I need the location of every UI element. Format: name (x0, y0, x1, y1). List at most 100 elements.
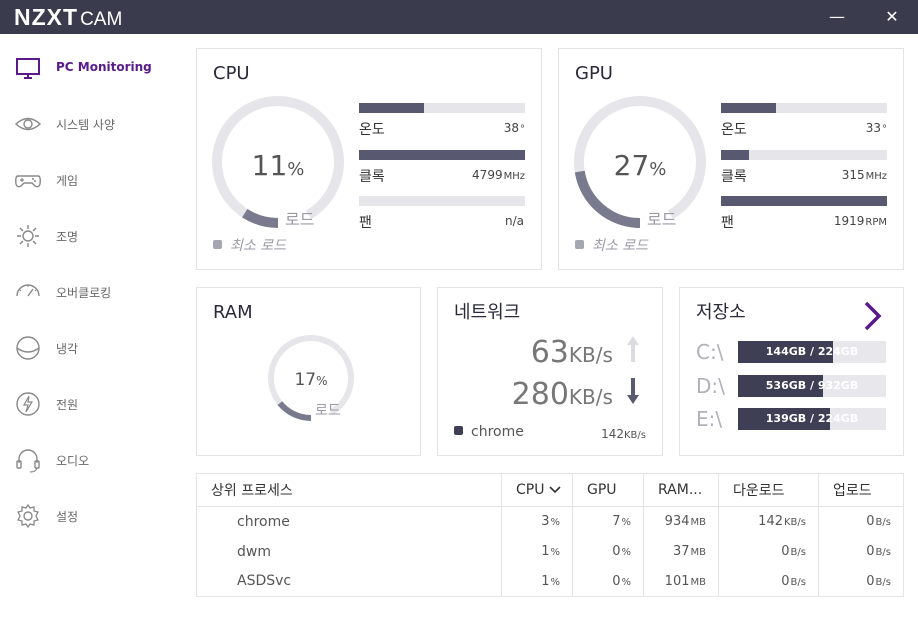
sidebar-item-pc-monitoring[interactable]: PC Monitoring (0, 48, 180, 88)
process-download-unit: KB/s (784, 517, 806, 529)
gpu-clock-number: 315 (841, 168, 865, 182)
ram-card[interactable]: RAM 17% 로드 (196, 287, 421, 456)
sidebar-item-games[interactable]: 게임 (0, 160, 180, 200)
process-upload: 0B/s (818, 536, 904, 567)
top-network-app: chrome (454, 424, 524, 440)
upload-rate-number: 63 (530, 335, 569, 370)
gpu-min-load-label: 최소 로드 (592, 238, 648, 254)
gpu-temp-stat: 온도 33° (721, 103, 887, 145)
process-cpu: 3% (501, 506, 573, 537)
gpu-card[interactable]: GPU 27% 로드 최소 로드 온도 33° 클록 315MHz 팬 1919… (558, 48, 904, 270)
table-row[interactable]: dwm 1% 0% 37MB 0B/s 0B/s (196, 536, 904, 567)
gpu-fan-bar (721, 196, 887, 206)
gpu-clock-value: 315MHz (842, 168, 887, 182)
cpu-clock-fill (359, 150, 525, 160)
cpu-load-unit: % (287, 159, 305, 180)
upload-rate: 63KB/s (531, 334, 640, 370)
cpu-temp-value: 38° (504, 121, 525, 135)
gpu-load-unit: % (649, 159, 667, 180)
process-cpu-unit: % (550, 547, 560, 558)
sidebar-item-overclocking[interactable]: 오버클로킹 (0, 272, 180, 312)
chevron-right-icon[interactable] (862, 300, 884, 332)
gpu-temp-number: 33 (865, 121, 881, 135)
gpu-title: GPU (575, 63, 613, 84)
process-download: 142KB/s (718, 506, 819, 537)
ram-load-label: 로드 (315, 403, 341, 419)
sidebar-item-settings[interactable]: 설정 (0, 496, 180, 536)
top-network-app-rate: 142KB/s (601, 427, 646, 441)
column-header-cpu[interactable]: CPU (501, 473, 573, 507)
table-row[interactable]: ASDSvc 1% 0% 101MB 0B/s 0B/s (196, 566, 904, 597)
sidebar-item-power[interactable]: 전원 (0, 384, 180, 424)
process-upload-unit: B/s (875, 547, 891, 558)
cpu-fan-stat: 팬 n/a (359, 196, 525, 238)
table-header-row: 상위 프로세스 CPU GPU RAM... 다운로드 업로드 (196, 473, 904, 507)
process-upload-number: 0 (866, 544, 875, 559)
top-processes-table: 상위 프로세스 CPU GPU RAM... 다운로드 업로드 chrome 3… (196, 473, 904, 597)
cpu-card[interactable]: CPU 11% 로드 최소 로드 온도 38° 클록 4799MHz 팬 n/a (196, 48, 542, 270)
drive-c: C:\ 144GB / 224GB (696, 340, 888, 366)
sun-icon (17, 225, 39, 247)
gpu-load-value: 27% (593, 149, 687, 182)
process-ram-number: 934 (664, 514, 690, 530)
column-header-upload[interactable]: 업로드 (818, 473, 904, 507)
sidebar-item-label: 오버클로킹 (56, 286, 112, 300)
sidebar-item-label: 설정 (56, 510, 79, 524)
gpu-temp-unit: ° (882, 124, 887, 135)
process-gpu: 7% (572, 506, 644, 537)
gpu-load-label: 로드 (647, 210, 677, 229)
process-name: chrome (196, 506, 502, 537)
process-cpu-number: 1 (541, 573, 550, 589)
chevron-down-icon (549, 486, 561, 494)
gpu-load-number: 27 (613, 149, 650, 182)
drive-usage-text: 144GB / 224GB (765, 345, 859, 358)
upload-rate-unit: KB/s (568, 343, 613, 367)
sidebar-item-system-specs[interactable]: 시스템 사양 (0, 104, 180, 144)
gpu-temp-fill (721, 103, 776, 113)
table-row[interactable]: chrome 3% 7% 934MB 142KB/s 0B/s (196, 506, 904, 537)
process-gpu-unit: % (621, 576, 631, 588)
brand-light: CAM (80, 9, 123, 30)
column-header-download[interactable]: 다운로드 (718, 473, 819, 507)
network-card[interactable]: 네트워크 63KB/s 280KB/s chrome 142KB/s (437, 287, 663, 456)
gpu-min-load-legend: 최소 로드 (575, 235, 648, 255)
cpu-clock-label: 클록 (359, 169, 385, 185)
headset-icon (16, 449, 40, 473)
close-button[interactable]: ✕ (872, 0, 912, 34)
process-download-unit: B/s (790, 547, 806, 558)
storage-card[interactable]: 저장소 C:\ 144GB / 224GB D:\ 536GB / 932GB … (679, 287, 904, 456)
sidebar-item-audio[interactable]: 오디오 (0, 440, 180, 480)
process-upload-unit: B/s (875, 576, 891, 588)
lightning-icon (16, 392, 40, 416)
column-header-gpu[interactable]: GPU (572, 473, 644, 507)
gpu-fan-label: 팬 (721, 215, 734, 231)
drive-d: D:\ 536GB / 932GB (696, 374, 888, 400)
drive-letter: D:\ (696, 374, 725, 398)
gpu-clock-label: 클록 (721, 169, 747, 185)
drive-letter: E:\ (696, 407, 723, 431)
minimize-button[interactable]: — (817, 0, 857, 34)
process-upload-unit: B/s (875, 517, 891, 529)
sidebar-item-cooling[interactable]: 냉각 (0, 328, 180, 368)
drive-letter: C:\ (696, 340, 724, 364)
gpu-fan-stat: 팬 1919RPM (721, 196, 887, 238)
gpu-clock-fill (721, 150, 750, 160)
process-download: 0B/s (718, 536, 819, 567)
column-header-ram[interactable]: RAM... (643, 473, 719, 507)
gpu-fan-number: 1919 (833, 214, 865, 228)
cpu-load-label: 로드 (285, 210, 315, 229)
column-header-process[interactable]: 상위 프로세스 (196, 473, 502, 507)
process-download-number: 0 (781, 573, 790, 589)
process-upload: 0B/s (818, 566, 904, 597)
drive-usage-text: 139GB / 224GB (765, 412, 859, 425)
gpu-fan-fill (721, 196, 887, 206)
sidebar-item-label: PC Monitoring (56, 60, 152, 74)
ram-load-value: 17% (281, 370, 341, 390)
cpu-load-number: 11 (251, 149, 288, 182)
legend-swatch (575, 240, 584, 249)
process-upload-number: 0 (866, 514, 875, 530)
download-rate: 280KB/s (512, 376, 640, 412)
speedometer-icon (16, 284, 40, 297)
sidebar-item-lighting[interactable]: 조명 (0, 216, 180, 256)
gamepad-icon (15, 175, 41, 188)
